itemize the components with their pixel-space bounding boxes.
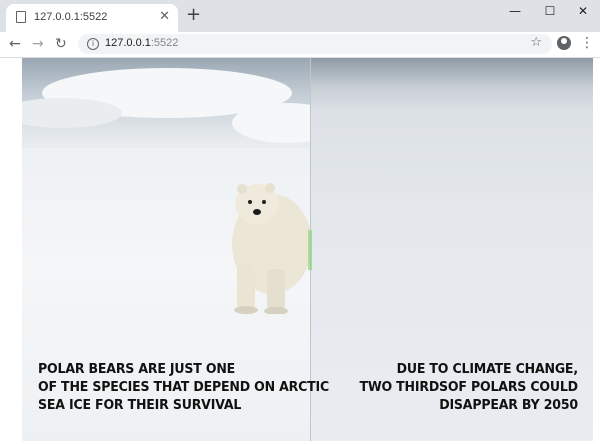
- sea-ice-background-right: [310, 58, 593, 108]
- transition-artifact: [308, 230, 312, 270]
- url-text[interactable]: 127.0.0.1:5522: [105, 37, 178, 49]
- browser-tab-strip: 127.0.0.1:5522 ✕ + — ☐ ✕: [0, 0, 600, 32]
- browser-menu-icon[interactable]: ⋮: [580, 34, 594, 52]
- tab-close-icon[interactable]: ✕: [159, 9, 170, 25]
- profile-avatar-icon[interactable]: [557, 36, 571, 50]
- left-caption: POLAR BEARS ARE JUST ONE OF THE SPECIES …: [38, 360, 351, 414]
- bookmark-star-icon[interactable]: ☆: [530, 35, 542, 50]
- url-host: 127.0.0.1: [105, 37, 151, 49]
- browser-toolbar: ← → ↻ i 127.0.0.1:5522 ☆ ⋮: [0, 32, 600, 58]
- forward-button[interactable]: →: [32, 35, 44, 53]
- back-button[interactable]: ←: [9, 35, 21, 53]
- maximize-button[interactable]: ☐: [533, 0, 567, 24]
- tab-title: 127.0.0.1:5522: [34, 11, 108, 23]
- right-caption-line: TWO THIRDSOF POLARS COULD: [359, 379, 579, 395]
- new-tab-button[interactable]: +: [186, 6, 201, 24]
- close-window-button[interactable]: ✕: [566, 0, 600, 24]
- left-caption-line: OF THE SPECIES THAT DEPEND ON ARCTIC: [38, 379, 330, 395]
- polar-bear-image: [232, 183, 310, 314]
- left-caption-line: POLAR BEARS ARE JUST ONE: [38, 361, 236, 377]
- browser-tab[interactable]: 127.0.0.1:5522 ✕: [6, 4, 178, 32]
- address-bar[interactable]: i 127.0.0.1:5522 ☆: [78, 34, 552, 54]
- right-caption: DUE TO CLIMATE CHANGE, TWO THIRDSOF POLA…: [343, 360, 579, 414]
- site-info-icon[interactable]: i: [87, 38, 99, 50]
- reload-button[interactable]: ↻: [55, 35, 67, 53]
- left-caption-line: SEA ICE FOR THEIR SURVIVAL: [38, 397, 242, 413]
- page-viewport: POLAR BEARS ARE JUST ONE OF THE SPECIES …: [0, 58, 600, 444]
- page-icon: [16, 11, 26, 23]
- right-caption-line: DUE TO CLIMATE CHANGE,: [396, 361, 579, 377]
- minimize-button[interactable]: —: [498, 0, 532, 24]
- right-caption-line: DISAPPEAR BY 2050: [439, 397, 578, 413]
- url-port: :5522: [150, 37, 179, 49]
